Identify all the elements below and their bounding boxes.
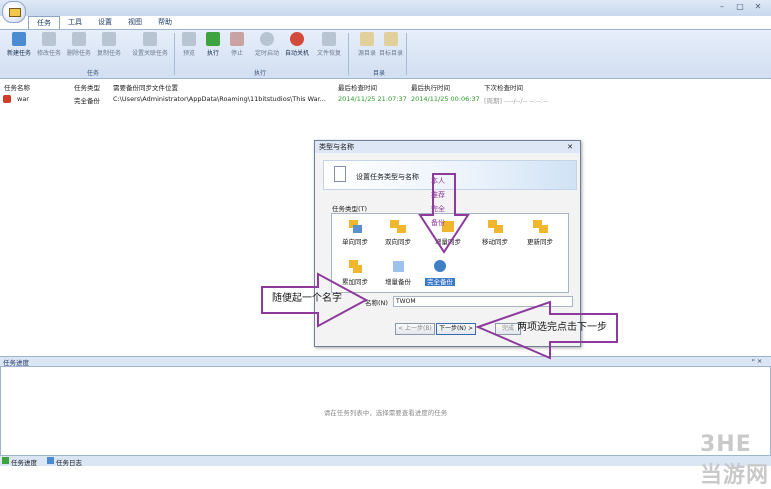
annotation-arrows (261, 173, 618, 360)
overlay-word: 推荐 (431, 191, 445, 199)
overlay-word: 完全 (431, 205, 445, 213)
left-note: 随便起一个名字 (272, 293, 342, 304)
overlay-word: 本人 (431, 177, 445, 185)
right-note: 两项选完点击下一步 (517, 322, 607, 333)
overlay-word: 备份 (431, 219, 445, 227)
overlay-words: 本人 推荐 完全 备份 (425, 174, 451, 230)
